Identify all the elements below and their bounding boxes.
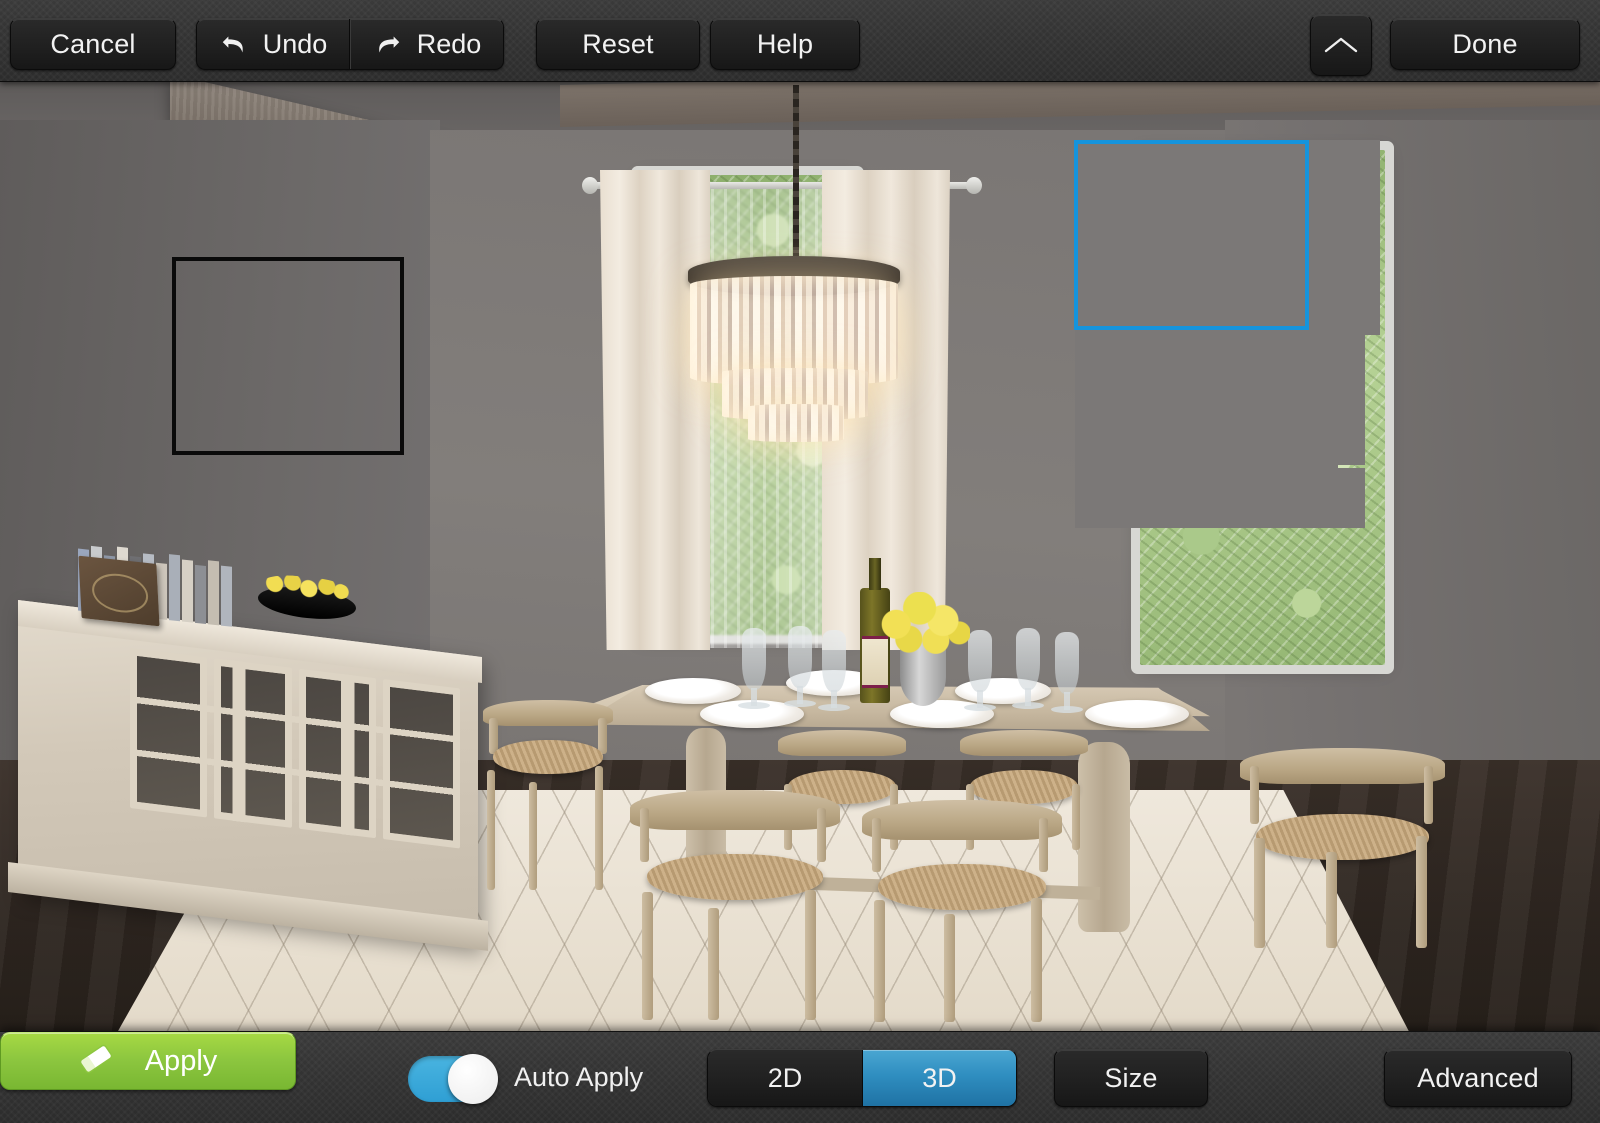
chair-post xyxy=(817,808,826,862)
chair-post xyxy=(598,718,607,754)
chair-back xyxy=(960,730,1088,756)
chair-leg xyxy=(874,900,885,1022)
wine-glass[interactable] xyxy=(964,630,996,711)
bottom-toolbar: Apply Auto Apply 2D 3D Size Advanced xyxy=(0,1031,1600,1123)
top-toolbar: Cancel Undo Redo Reset Help Done xyxy=(0,0,1600,82)
undo-button[interactable]: Undo xyxy=(197,19,350,69)
selection-rect-inactive[interactable] xyxy=(172,257,404,455)
chair-seat xyxy=(970,770,1078,804)
reset-button[interactable]: Reset xyxy=(536,18,700,70)
cabinet-door[interactable] xyxy=(382,679,460,849)
chandelier-tier-3[interactable] xyxy=(748,404,844,442)
undo-redo-group: Undo Redo xyxy=(196,18,504,70)
chair-seat xyxy=(646,854,824,900)
chair-leg xyxy=(1031,898,1042,1022)
decorative-book[interactable] xyxy=(78,555,160,627)
chair-post xyxy=(1250,766,1259,824)
help-button[interactable]: Help xyxy=(710,18,860,70)
chair-post xyxy=(1039,818,1048,872)
view-mode-2d-button[interactable]: 2D xyxy=(708,1050,862,1106)
cancel-button[interactable]: Cancel xyxy=(10,18,176,70)
auto-apply-label: Auto Apply xyxy=(514,1062,644,1092)
undo-arrow-icon xyxy=(222,36,243,53)
chair-leg xyxy=(944,914,955,1022)
curtain-panel-left[interactable] xyxy=(600,170,710,650)
chair-leg xyxy=(708,908,719,1020)
chair-back xyxy=(862,800,1062,840)
wine-glass[interactable] xyxy=(738,628,770,709)
redo-label: Redo xyxy=(416,28,482,59)
eraser-icon xyxy=(79,1044,112,1074)
view-mode-3d-button[interactable]: 3D xyxy=(862,1050,1016,1106)
chair-leg xyxy=(1326,852,1337,948)
chair-leg xyxy=(805,890,816,1020)
apply-button[interactable]: Apply xyxy=(0,1032,296,1090)
wine-glass[interactable] xyxy=(1051,632,1083,713)
paint-mask-region-mid xyxy=(1075,330,1365,465)
chair-back xyxy=(483,700,613,726)
chair-back xyxy=(630,790,840,830)
chair-seat xyxy=(1256,814,1429,860)
paint-mask-region-lower2 xyxy=(1075,468,1365,528)
view-mode-segmented-control: 2D 3D xyxy=(707,1049,1017,1107)
chair-leg xyxy=(1072,784,1080,850)
toggle-knob xyxy=(448,1054,498,1104)
auto-apply-toggle[interactable] xyxy=(408,1054,498,1104)
dinner-plate[interactable] xyxy=(645,678,741,704)
dining-chair[interactable] xyxy=(862,800,1062,1022)
collapse-toolbar-button[interactable] xyxy=(1310,14,1372,76)
chevron-up-icon xyxy=(1324,37,1358,53)
chair-leg xyxy=(1416,836,1427,948)
dining-chair[interactable] xyxy=(630,790,840,1020)
dining-chair[interactable] xyxy=(1240,748,1445,948)
chair-post xyxy=(872,818,881,872)
chair-seat xyxy=(878,864,1046,910)
redo-button[interactable]: Redo xyxy=(350,19,503,69)
chair-leg xyxy=(642,892,653,1020)
chair-back xyxy=(778,730,906,756)
chandelier-chain xyxy=(793,85,799,260)
chair-post xyxy=(1424,766,1433,824)
size-button[interactable]: Size xyxy=(1054,1049,1208,1107)
undo-label: Undo xyxy=(262,28,328,59)
room-canvas[interactable] xyxy=(0,0,1600,1123)
chair-post xyxy=(489,718,498,754)
dinner-plate[interactable] xyxy=(1085,700,1189,728)
done-button[interactable]: Done xyxy=(1390,18,1580,70)
app-root: Cancel Undo Redo Reset Help Done Apply A… xyxy=(0,0,1600,1123)
chair-leg xyxy=(529,782,537,890)
wine-glass[interactable] xyxy=(818,630,850,711)
chair-seat xyxy=(493,740,603,774)
advanced-button[interactable]: Advanced xyxy=(1384,1049,1572,1107)
dining-chair[interactable] xyxy=(483,700,613,890)
apply-label: Apply xyxy=(144,1044,218,1077)
redo-arrow-icon xyxy=(378,36,399,53)
chair-back xyxy=(1240,748,1445,784)
chair-leg xyxy=(595,766,603,890)
yellow-roses[interactable] xyxy=(880,592,970,654)
chair-leg xyxy=(487,770,495,890)
wine-glass[interactable] xyxy=(784,626,816,707)
wine-glass[interactable] xyxy=(1012,628,1044,709)
chair-leg xyxy=(1254,838,1265,948)
chair-post xyxy=(640,808,649,862)
selection-rect-active[interactable] xyxy=(1074,140,1309,330)
